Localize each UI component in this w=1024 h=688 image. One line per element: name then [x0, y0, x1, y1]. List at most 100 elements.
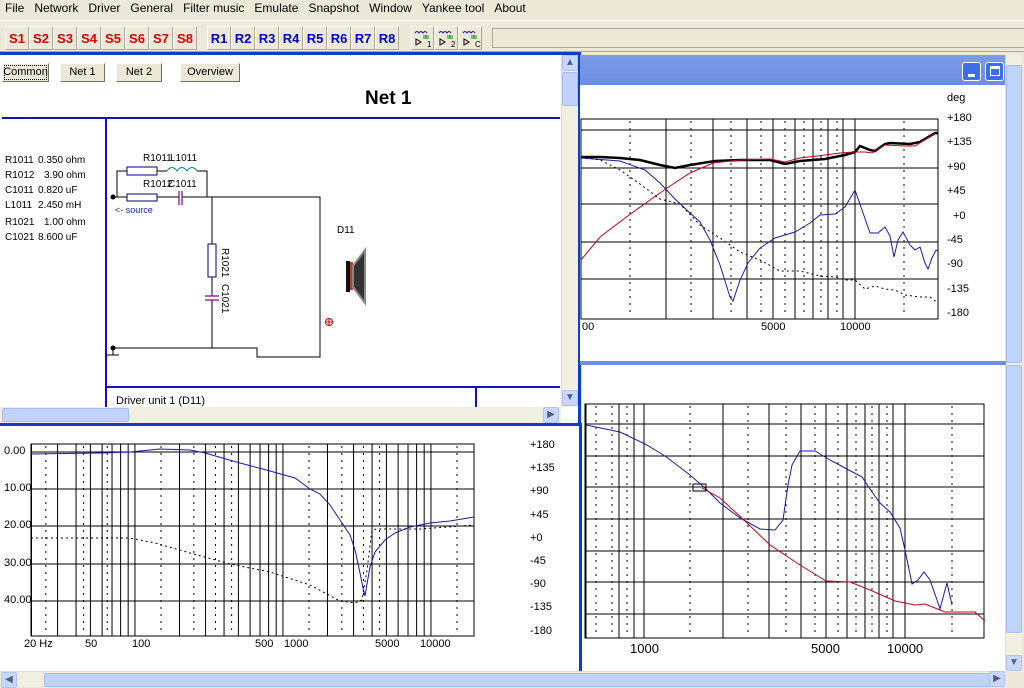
source-label: <- source [115, 205, 153, 215]
menu-filter-music[interactable]: Filter music [178, 0, 249, 17]
label-c1011: C1011 [168, 179, 197, 190]
menu-file[interactable]: File [0, 0, 29, 17]
x-axis-label: 100 [132, 638, 151, 650]
phase-axis-label: +135 [530, 462, 555, 475]
net-vertical-scrollbar[interactable]: ▲ ▼ [561, 55, 578, 407]
divider [475, 388, 477, 408]
menu-general[interactable]: General [125, 0, 178, 17]
component-name: R1012 [5, 170, 35, 181]
menu-driver[interactable]: Driver [83, 0, 125, 17]
main-horizontal-scrollbar[interactable]: ◀ [0, 671, 1004, 688]
divider [105, 119, 107, 407]
menu-network[interactable]: Network [29, 0, 83, 17]
x-axis-label: 500 [255, 638, 274, 650]
scroll-right-button[interactable]: ▶ [543, 407, 559, 423]
phase-axis-label: +135 [947, 136, 972, 149]
recall-button-r1[interactable]: R1 [207, 26, 231, 50]
menu-emulate[interactable]: Emulate [249, 0, 303, 17]
tab-common[interactable]: Common [2, 63, 49, 82]
scroll-down-button[interactable]: ▼ [1006, 655, 1022, 671]
component-value: 2.450 mH [38, 200, 82, 211]
scroll-up-button[interactable]: ▲ [562, 55, 578, 71]
label-c1021: C1021 [219, 284, 230, 314]
recall-button-r8[interactable]: R8 [375, 26, 399, 50]
recall-button-r5[interactable]: R5 [303, 26, 327, 50]
scroll-left-button[interactable]: ◀ [1, 672, 17, 688]
snapshot-button-s7[interactable]: S7 [149, 26, 173, 50]
menu-yankee-tool[interactable]: Yankee tool [417, 0, 490, 17]
scroll-right-button[interactable]: ▶ [989, 671, 1005, 687]
snapshot-button-s6[interactable]: S6 [125, 26, 149, 50]
recall-button-r3[interactable]: R3 [255, 26, 279, 50]
tab-overview[interactable]: Overview [180, 63, 240, 82]
net-horizontal-scrollbar[interactable]: ▶ [0, 407, 561, 423]
phase-axis-label: +0 [530, 531, 543, 544]
phase-axis-label: -180 [947, 307, 970, 320]
snapshot-button-s5[interactable]: S5 [101, 26, 125, 50]
component-value: 0.820 uF [38, 185, 78, 196]
menu-window[interactable]: Window [364, 0, 417, 17]
y-axis-label: 20.00 [4, 519, 32, 531]
tab-net-1[interactable]: Net 1 [60, 63, 105, 82]
phase-axis-label: -180 [530, 624, 553, 637]
driver-panel-label: Driver unit 1 (D11) [116, 395, 206, 407]
phase-window-titlebar [580, 55, 1006, 85]
component-name: L1011 [5, 200, 33, 211]
label-r1011: R1011 [143, 153, 172, 164]
phase-unit-label: deg [947, 92, 966, 104]
component-value: 0.350 ohm [38, 155, 86, 166]
filter-c-icon: C [462, 31, 481, 49]
snapshot-button-s8[interactable]: S8 [173, 26, 197, 50]
net-title: Net 1 [365, 88, 412, 109]
scroll-thumb[interactable] [44, 673, 1000, 687]
phase-axis-label: -135 [947, 282, 970, 295]
scroll-thumb[interactable] [562, 72, 578, 106]
label-d11: D11 [337, 225, 355, 236]
x-axis-label: 10000 [840, 321, 871, 333]
snapshot-button-s2[interactable]: S2 [29, 26, 53, 50]
maximize-button[interactable] [985, 62, 1004, 81]
menu-about[interactable]: About [489, 0, 530, 17]
recall-button-r2[interactable]: R2 [231, 26, 255, 50]
scroll-thumb[interactable] [2, 408, 129, 422]
snapshot-button-s4[interactable]: S4 [77, 26, 101, 50]
filter-1-icon: 1 [414, 31, 432, 49]
filter-1-button[interactable]: 1 [411, 26, 434, 50]
scroll-thumb[interactable] [1006, 65, 1022, 363]
component-value: 3.90 ohm [44, 170, 86, 181]
x-axis-label: 50 [85, 638, 98, 650]
svg-text:2: 2 [451, 40, 456, 49]
filter-c-button[interactable]: C [459, 26, 482, 50]
x-axis-label: 5000 [761, 321, 786, 333]
x-axis-label: 5000 [811, 641, 840, 656]
recall-button-r6[interactable]: R6 [327, 26, 351, 50]
toolbar: S1 S2 S3 S4 S5 S6 S7 S8 R1 R2 R3 R4 R5 R6 R7 R8 1 2 C [0, 20, 1024, 52]
divider [107, 386, 560, 388]
phase-axis-label: +180 [947, 112, 972, 124]
menu-snapshot[interactable]: Snapshot [303, 0, 364, 17]
y-axis-label: 40.00 [4, 594, 32, 606]
label-r1021: R1021 [219, 248, 230, 278]
snapshot-button-s1[interactable]: S1 [5, 26, 29, 50]
recall-button-r4[interactable]: R4 [279, 26, 303, 50]
tab-net-2[interactable]: Net 2 [116, 63, 162, 82]
impedance-window [582, 365, 1006, 671]
phase-axis-label: -45 [530, 555, 546, 567]
y-axis-label: 30.00 [4, 557, 32, 569]
phase-axis-label: -45 [947, 234, 963, 246]
phase-axis-label: +0 [953, 209, 966, 222]
minimize-button[interactable] [962, 62, 981, 81]
scroll-down-button[interactable]: ▼ [562, 390, 578, 406]
component-name: C1021 [5, 232, 35, 243]
phase-vertical-scrollbar[interactable] [1005, 55, 1022, 365]
scroll-thumb[interactable] [1006, 365, 1022, 633]
divider [2, 117, 560, 119]
recall-button-r7[interactable]: R7 [351, 26, 375, 50]
x-axis-label: 00 [582, 321, 595, 333]
impedance-vertical-scrollbar[interactable]: ▼ [1005, 365, 1022, 672]
component-name: R1011 [5, 155, 34, 166]
x-axis-label: 5000 [375, 638, 400, 650]
filter-2-button[interactable]: 2 [435, 26, 458, 50]
snapshot-button-s3[interactable]: S3 [53, 26, 77, 50]
label-l1011: L1011 [170, 153, 198, 164]
